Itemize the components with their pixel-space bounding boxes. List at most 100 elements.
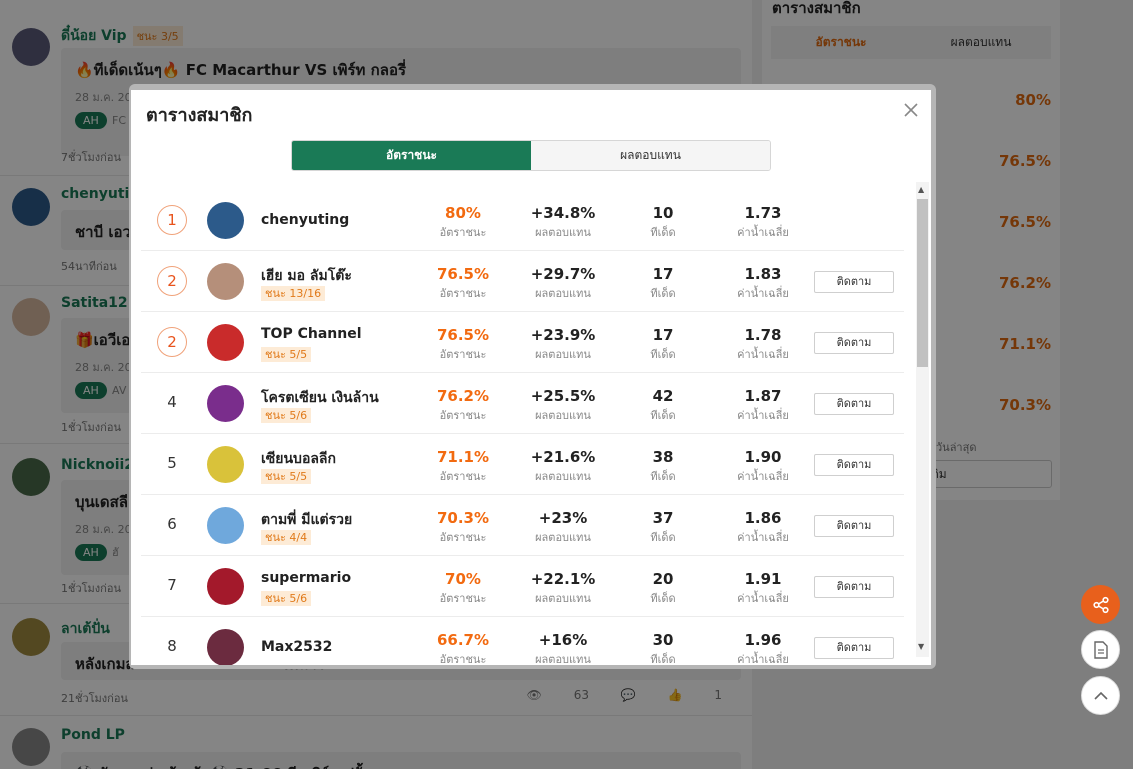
rank-number: 6: [167, 515, 177, 533]
follow-button[interactable]: ติดตาม: [814, 393, 894, 415]
member-name[interactable]: chenyuting: [261, 212, 349, 228]
return-label: ผลตอบแทน: [535, 531, 591, 544]
share-icon: [1092, 596, 1109, 613]
return-value: +16%: [538, 631, 588, 649]
follow-button[interactable]: ติดตาม: [814, 332, 894, 354]
member-row[interactable]: 2 เฮีย มอ ลัมโต๊ะ ชนะ 13/16 76.5% อัตราชนะ +2…: [141, 251, 904, 312]
scroll-top-button[interactable]: [1081, 676, 1120, 715]
avg-odds-value: 1.78: [744, 326, 782, 344]
document-button[interactable]: [1081, 630, 1120, 669]
stat-win-rate: 76.2% อัตราชนะ: [418, 387, 508, 424]
rank-number: 4: [167, 393, 177, 411]
tips-label: ทีเด็ด: [650, 348, 676, 361]
tips-label: ทีเด็ด: [650, 287, 676, 300]
return-value: +25.5%: [530, 387, 596, 405]
win-rate-value: 76.5%: [436, 265, 490, 283]
win-badge: ชนะ 5/6: [261, 408, 312, 423]
member-row[interactable]: 1 chenyuting 80% อัตราชนะ +34.8% ผลตอบแทน 10 ที…: [141, 190, 904, 251]
tips-value: 17: [652, 326, 674, 344]
win-rate-label: อัตราชนะ: [439, 287, 487, 300]
member-avatar[interactable]: [207, 263, 244, 300]
win-badge: ชนะ 5/6: [261, 591, 312, 606]
member-avatar[interactable]: [207, 568, 244, 605]
tips-value: 30: [652, 631, 674, 649]
scroll-down-arrow-icon[interactable]: ▼: [918, 642, 924, 651]
stat-return: +23% ผลตอบแทน: [518, 509, 608, 546]
stat-return: +34.8% ผลตอบแทน: [518, 204, 608, 241]
win-rate-value: 76.2%: [436, 387, 490, 405]
member-row[interactable]: 5 เซียนบอลลีก ชนะ 5/5 71.1% อัตราชนะ +21.6% ผล…: [141, 434, 904, 495]
member-name[interactable]: Max2532: [261, 639, 332, 655]
follow-button[interactable]: ติดตาม: [814, 515, 894, 537]
avg-odds-label: ค่าน้ำเฉลี่ย: [737, 531, 789, 544]
member-list: 1 chenyuting 80% อัตราชนะ +34.8% ผลตอบแทน 10 ที…: [141, 190, 904, 665]
tips-label: ทีเด็ด: [650, 226, 676, 239]
return-value: +29.7%: [530, 265, 596, 283]
stat-tips: 20 ทีเด็ด: [618, 570, 708, 607]
member-name[interactable]: เฮีย มอ ลัมโต๊ะ: [261, 265, 352, 287]
member-avatar[interactable]: [207, 507, 244, 544]
follow-button[interactable]: ติดตาม: [814, 271, 894, 293]
member-avatar[interactable]: [207, 385, 244, 422]
modal-title: ตารางสมาชิก: [146, 105, 253, 126]
member-row[interactable]: 8 Max2532 66.7% อัตราชนะ +16% ผลตอบแทน 30 ทีเด็…: [141, 617, 904, 665]
tips-value: 38: [652, 448, 674, 466]
stat-avg-odds: 1.86 ค่าน้ำเฉลี่ย: [718, 509, 808, 546]
stat-win-rate: 70.3% อัตราชนะ: [418, 509, 508, 546]
member-row[interactable]: 7 supermario ชนะ 5/6 70% อัตราชนะ +22.1% ผลตอบ…: [141, 556, 904, 617]
member-row[interactable]: 6 ตามพี่ มีแต่รวย ชนะ 4/4 70.3% อัตราชนะ +23%…: [141, 495, 904, 556]
ranking-tabs: อัตราชนะ ผลตอบแทน: [291, 140, 771, 171]
return-value: +21.6%: [530, 448, 596, 466]
tab-win-rate[interactable]: อัตราชนะ: [292, 141, 531, 170]
scrollbar-thumb[interactable]: [917, 199, 928, 367]
return-value: +23%: [538, 509, 588, 527]
win-rate-value: 66.7%: [436, 631, 490, 649]
tips-label: ทีเด็ด: [650, 592, 676, 605]
avg-odds-value: 1.96: [744, 631, 782, 649]
follow-button[interactable]: ติดตาม: [814, 454, 894, 476]
return-label: ผลตอบแทน: [535, 348, 591, 361]
return-value: +22.1%: [530, 570, 596, 588]
tips-value: 42: [652, 387, 674, 405]
stat-tips: 17 ทีเด็ด: [618, 326, 708, 363]
stat-return: +16% ผลตอบแทน: [518, 631, 608, 665]
member-name[interactable]: เซียนบอลลีก: [261, 448, 336, 470]
close-icon[interactable]: [903, 102, 919, 118]
member-avatar[interactable]: [207, 202, 244, 239]
avg-odds-value: 1.86: [744, 509, 782, 527]
avg-odds-label: ค่าน้ำเฉลี่ย: [737, 653, 789, 665]
member-avatar[interactable]: [207, 629, 244, 665]
win-badge: ชนะ 13/16: [261, 286, 326, 301]
follow-button[interactable]: ติดตาม: [814, 637, 894, 659]
avg-odds-label: ค่าน้ำเฉลี่ย: [737, 226, 789, 239]
return-label: ผลตอบแทน: [535, 226, 591, 239]
stat-win-rate: 76.5% อัตราชนะ: [418, 326, 508, 363]
win-rate-label: อัตราชนะ: [439, 470, 487, 483]
return-label: ผลตอบแทน: [535, 470, 591, 483]
member-name[interactable]: TOP Channel: [261, 326, 362, 342]
avg-odds-label: ค่าน้ำเฉลี่ย: [737, 287, 789, 300]
member-name[interactable]: โครตเซียน เงินล้าน: [261, 387, 379, 409]
member-avatar[interactable]: [207, 446, 244, 483]
follow-button[interactable]: ติดตาม: [814, 576, 894, 598]
member-name[interactable]: supermario: [261, 570, 351, 586]
share-button[interactable]: [1081, 585, 1120, 624]
avg-odds-label: ค่าน้ำเฉลี่ย: [737, 470, 789, 483]
tab-return[interactable]: ผลตอบแทน: [531, 141, 770, 170]
rank-number: 2: [157, 327, 187, 357]
win-badge: ชนะ 5/5: [261, 347, 312, 362]
avg-odds-label: ค่าน้ำเฉลี่ย: [737, 409, 789, 422]
return-label: ผลตอบแทน: [535, 592, 591, 605]
avg-odds-label: ค่าน้ำเฉลี่ย: [737, 592, 789, 605]
scroll-up-arrow-icon[interactable]: ▲: [918, 185, 924, 194]
member-avatar[interactable]: [207, 324, 244, 361]
stat-tips: 17 ทีเด็ด: [618, 265, 708, 302]
avg-odds-value: 1.87: [744, 387, 782, 405]
member-name[interactable]: ตามพี่ มีแต่รวย: [261, 509, 352, 531]
member-row[interactable]: 2 TOP Channel ชนะ 5/5 76.5% อัตราชนะ +23.9% ผล…: [141, 312, 904, 373]
win-rate-value: 71.1%: [436, 448, 490, 466]
member-ranking-modal: ตารางสมาชิก อัตราชนะ ผลตอบแทน 1 chenyutin…: [131, 90, 931, 665]
member-row[interactable]: 4 โครตเซียน เงินล้าน ชนะ 5/6 76.2% อัตราชนะ +…: [141, 373, 904, 434]
return-value: +34.8%: [530, 204, 596, 222]
tips-label: ทีเด็ด: [650, 470, 676, 483]
